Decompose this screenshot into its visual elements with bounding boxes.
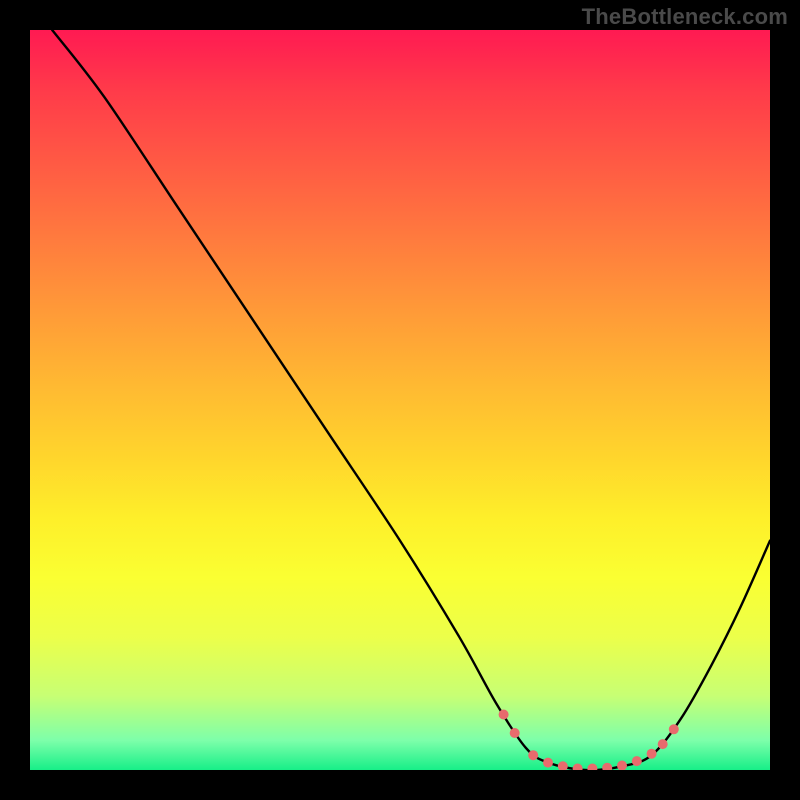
highlight-dot bbox=[558, 761, 568, 770]
chart-frame: TheBottleneck.com bbox=[0, 0, 800, 800]
highlight-dot bbox=[602, 763, 612, 770]
highlight-dot bbox=[499, 710, 509, 720]
highlight-dot bbox=[573, 764, 583, 770]
highlight-dot bbox=[617, 761, 627, 770]
highlight-dot bbox=[543, 758, 553, 768]
bottleneck-curve bbox=[52, 30, 770, 770]
highlight-dot bbox=[658, 739, 668, 749]
highlight-dot bbox=[669, 724, 679, 734]
highlight-dot bbox=[647, 749, 657, 759]
watermark-text: TheBottleneck.com bbox=[582, 4, 788, 30]
highlight-dot bbox=[632, 756, 642, 766]
curve-layer bbox=[30, 30, 770, 770]
highlight-dots bbox=[499, 710, 679, 771]
highlight-dot bbox=[510, 728, 520, 738]
plot-area bbox=[30, 30, 770, 770]
highlight-dot bbox=[528, 750, 538, 760]
highlight-dot bbox=[587, 764, 597, 770]
